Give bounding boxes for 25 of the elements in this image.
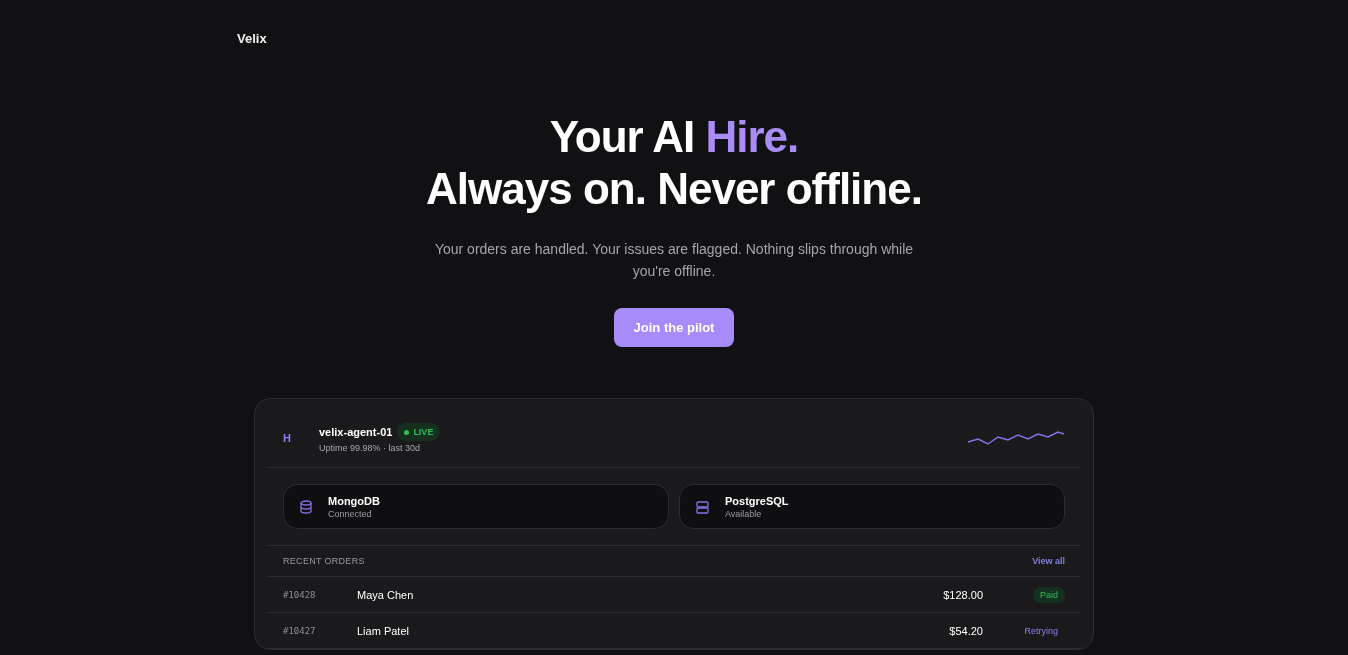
section-title: RECENT ORDERS [283,556,365,566]
status-label: Retrying [1023,624,1059,638]
server-icon [696,500,709,514]
hero-title: Your AI Hire. [549,111,799,163]
order-id: #10427 [283,625,317,636]
order-amount: $54.20 [949,624,983,637]
service-status: Connected [328,509,373,519]
status-badge: Paid [1033,586,1065,603]
order-id: #10428 [283,589,317,600]
order-amount: $128.00 [943,588,983,601]
customer-name: Liam Patel [357,624,410,637]
uptime-text: Uptime 99.98% · last 30d [319,443,422,453]
status-badge: LIVE [397,423,441,441]
hero-subtitle: Your orders are handled. Your issues are flagged. Nothing slips through while you're offline. [433,240,915,281]
service-name: MongoDB [328,495,380,507]
brand-logo[interactable]: Velix [237,31,267,46]
service-name: PostgreSQL [725,495,789,507]
view-all-link[interactable]: View all [1032,556,1065,566]
hero-title: Always on. Never offline. [426,163,922,215]
customer-name: Maya Chen [357,588,415,601]
service-status: Available [725,509,763,519]
agent-avatar: H [283,432,292,444]
agent-name: velix-agent-01 [319,426,393,438]
join-button[interactable]: Join the pilot [613,308,735,347]
database-icon [300,500,312,514]
